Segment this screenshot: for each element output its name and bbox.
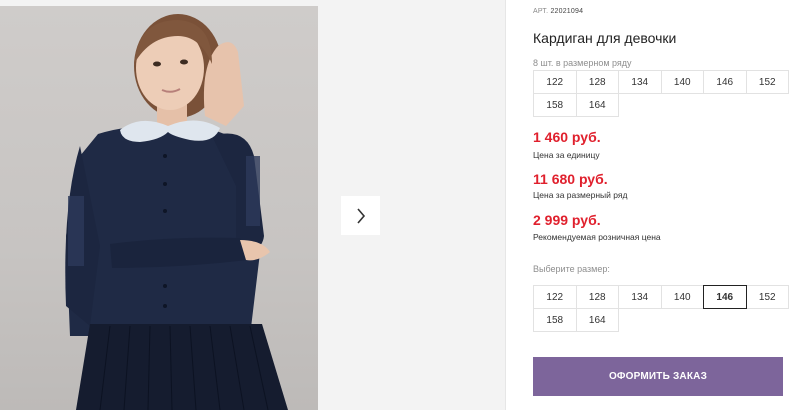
retail-price-label: Рекомендуемая розничная цена [533,232,661,242]
size-option[interactable]: 164 [575,308,619,332]
size-option[interactable]: 134 [618,285,662,309]
size-row-price-label: Цена за размерный ряд [533,190,628,200]
size-row-cell: 122 [533,70,577,94]
panel-divider [505,0,506,410]
size-option[interactable]: 158 [533,308,577,332]
size-row-cell: 134 [618,70,662,94]
size-row-grid: 122 128 134 140 146 152 158 164 [533,70,789,117]
retail-price: 2 999 руб. [533,212,601,228]
product-photo [0,6,318,410]
size-row-cell: 128 [575,70,619,94]
article-value: 22021094 [550,8,584,15]
article-number: АРТ. 22021094 [533,8,583,15]
size-row-cell: 164 [575,93,619,117]
size-row-label: 8 шт. в размерном ряду [533,58,632,68]
size-row-price: 11 680 руб. [533,171,608,187]
unit-price: 1 460 руб. [533,129,601,145]
product-title: Кардиган для девочки [533,30,677,46]
size-option[interactable]: 122 [533,285,577,309]
size-option[interactable]: 128 [575,285,619,309]
size-option[interactable]: 152 [745,285,789,309]
size-select-grid: 122 128 134 140 146 152 158 164 [533,285,789,332]
chevron-right-icon [356,207,365,224]
place-order-button[interactable]: ОФОРМИТЬ ЗАКАЗ [533,357,783,396]
size-row-cell: 146 [703,70,747,94]
product-info-panel: АРТ. 22021094 Кардиган для девочки 8 шт.… [533,0,789,410]
unit-price-label: Цена за единицу [533,150,600,160]
product-gallery [0,0,505,410]
gallery-next-button[interactable] [341,196,380,235]
size-row-cell: 140 [660,70,704,94]
size-option[interactable]: 146 [703,285,747,309]
size-row-cell: 152 [745,70,789,94]
size-option[interactable]: 140 [660,285,704,309]
size-select-label: Выберите размер: [533,264,610,274]
article-label: АРТ. [533,8,549,15]
size-row-cell: 158 [533,93,577,117]
